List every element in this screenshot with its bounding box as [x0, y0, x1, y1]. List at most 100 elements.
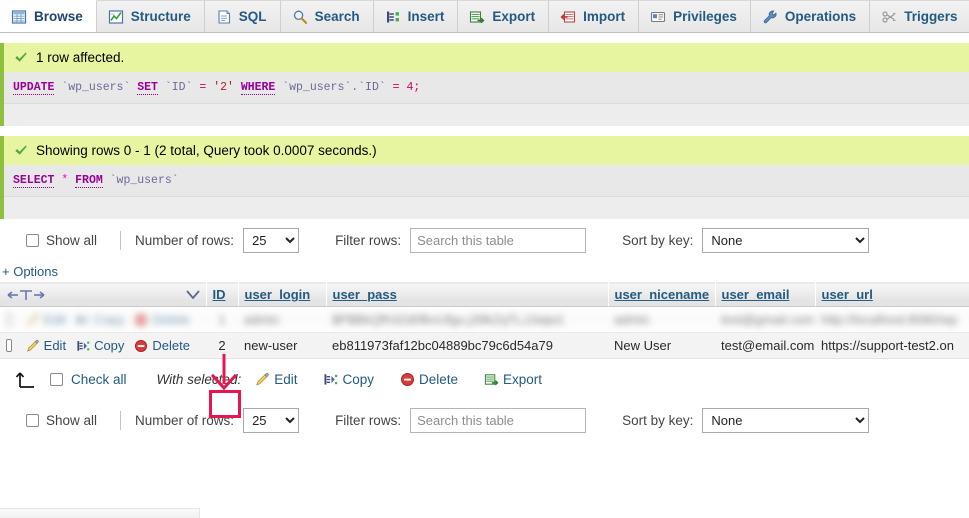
column-header-user-pass[interactable]: user_pass — [326, 282, 609, 307]
filter-rows-input-top[interactable] — [410, 228, 587, 253]
show-all-checkbox-bottom[interactable] — [26, 414, 39, 427]
with-selected-actions: Edit Copy Delete Export — [255, 372, 568, 387]
sort-by-key-label-top: Sort by key: — [622, 233, 694, 248]
filter-rows-label-top: Filter rows: — [335, 233, 402, 248]
options-toggle-link[interactable]: + Options — [0, 262, 969, 282]
row-action-label: Delete — [152, 338, 190, 353]
sql-page-icon — [218, 9, 230, 24]
notice-header: Showing rows 0 - 1 (2 total, Query took … — [4, 136, 969, 165]
column-header-id[interactable]: ID — [206, 282, 239, 307]
cell-user-nicename[interactable]: New User — [608, 332, 715, 359]
select-all-arrow-icon[interactable] — [14, 369, 36, 389]
tab-triggers[interactable]: Triggers — [870, 0, 969, 32]
row-select-checkbox[interactable] — [6, 339, 12, 352]
bulk-action-edit[interactable]: Edit — [255, 372, 297, 387]
row-action-delete[interactable]: Delete — [134, 338, 190, 353]
tab-insert[interactable]: Insert — [373, 0, 459, 32]
sql-footer-strip — [4, 197, 969, 219]
cell-user-pass[interactable]: $P$BkQfh3Zd0fkvUfgu.j39kZqTLJJwjw1 — [326, 306, 608, 333]
cell-user-nicename[interactable]: admin — [608, 306, 715, 333]
sql-footer-strip — [4, 104, 969, 126]
bulk-action-export[interactable]: Export — [484, 372, 542, 387]
copy-icon — [77, 340, 90, 351]
row-select-checkbox[interactable] — [6, 313, 12, 326]
cell-user-pass[interactable]: eb811973faf12bc04889bc79c6d54a79 — [326, 332, 608, 359]
cell-user-email[interactable]: test@gmail.com — [715, 306, 815, 333]
row-action-edit[interactable]: Edit — [26, 312, 66, 327]
pencil-icon — [256, 372, 269, 385]
insert-row-icon — [386, 11, 399, 22]
results-table-head: ID user_login user_pass user_nicename us… — [0, 282, 969, 307]
tab-label: Operations — [784, 9, 857, 24]
tab-browse[interactable]: Browse — [0, 0, 97, 32]
pencil-icon — [26, 339, 39, 352]
chevron-down-icon[interactable] — [185, 290, 200, 299]
bulk-action-label: Copy — [342, 371, 374, 387]
results-table: ID user_login user_pass user_nicename us… — [0, 282, 969, 359]
cell-user-email[interactable]: test@email.com — [715, 332, 815, 359]
sql-query-text[interactable]: SELECT * FROM `wp_users` — [4, 165, 969, 197]
notice-header: 1 row affected. — [4, 43, 969, 72]
table-row[interactable]: Edit Copy Delete 2 new-user eb811973faf12bc04… — [0, 332, 969, 359]
phpmyadmin-browse-page: Browse Structure SQL Search Insert Export Impo… — [0, 0, 969, 518]
magnifier-icon — [293, 10, 307, 24]
tab-export[interactable]: Export — [458, 0, 550, 32]
bulk-action-copy[interactable]: Copy — [323, 372, 374, 387]
pencil-icon — [26, 313, 39, 326]
bottom-panel-edge — [0, 508, 200, 518]
cell-user-url[interactable]: https://support-test2.on — [815, 332, 969, 359]
cell-user-login[interactable]: new-user — [238, 332, 326, 359]
tab-label: Privileges — [673, 9, 737, 24]
tab-sql[interactable]: SQL — [204, 0, 281, 32]
browse-grid-icon — [11, 9, 27, 24]
delete-circle-icon — [135, 313, 148, 326]
tab-privileges[interactable]: Privileges — [639, 0, 751, 32]
cell-user-url[interactable]: http://localhost:8080/wp — [815, 306, 969, 333]
triggers-icon — [882, 10, 896, 23]
cell-id[interactable]: 2 — [206, 332, 238, 359]
tab-structure[interactable]: Structure — [96, 0, 205, 32]
sort-by-key-select-bottom[interactable]: NonePRIMARYuser_login_keyuser_nicename — [702, 408, 870, 433]
column-header-user-nicename[interactable]: user_nicename — [608, 282, 716, 307]
row-action-delete[interactable]: Delete — [134, 312, 190, 327]
cell-id[interactable]: 1 — [206, 306, 238, 333]
top-controls-row: Show all Number of rows: 2550100250500 F… — [0, 219, 969, 262]
move-columns-icon[interactable] — [6, 288, 46, 302]
wrench-icon — [763, 10, 777, 23]
bottom-controls-row: Show all Number of rows: 2550100250500 F… — [0, 399, 969, 442]
tab-label: Triggers — [904, 9, 958, 24]
structure-icon — [108, 9, 123, 24]
column-header-user-login[interactable]: user_login — [238, 282, 327, 307]
with-selected-bar: Check all With selected: Edit Copy Delete E… — [0, 359, 969, 399]
column-header-user-email[interactable]: user_email — [715, 282, 816, 307]
show-all-checkbox-top[interactable] — [26, 234, 39, 247]
notice-message: Showing rows 0 - 1 (2 total, Query took … — [36, 143, 377, 158]
main-tab-bar: Browse Structure SQL Search Insert Export Impo… — [0, 0, 969, 33]
row-action-edit[interactable]: Edit — [26, 338, 66, 353]
tab-operations[interactable]: Operations — [750, 0, 871, 32]
number-of-rows-select-top[interactable]: 2550100250500 — [243, 228, 300, 253]
show-all-label-top: Show all — [46, 233, 98, 248]
tab-search[interactable]: Search — [280, 0, 374, 32]
row-action-copy[interactable]: Copy — [76, 312, 124, 327]
filter-rows-input-bottom[interactable] — [410, 408, 587, 433]
results-header-row: ID user_login user_pass user_nicename us… — [0, 282, 969, 307]
number-of-rows-select-bottom[interactable]: 2550100250500 — [243, 408, 300, 433]
column-header-user-url[interactable]: user_url — [815, 282, 969, 307]
tab-label: Structure — [130, 9, 191, 24]
divider — [120, 231, 122, 250]
tab-label: Search — [314, 9, 360, 24]
row-action-label: Copy — [94, 312, 125, 327]
row-action-copy[interactable]: Copy — [76, 338, 124, 353]
check-all-checkbox[interactable] — [50, 372, 63, 386]
copy-icon — [77, 314, 90, 325]
notice-block: Showing rows 0 - 1 (2 total, Query took … — [0, 136, 969, 219]
table-row[interactable]: Edit Copy Delete 1 admin $P$BkQfh3Zd0fkvUfgu.… — [0, 306, 969, 333]
bulk-action-delete[interactable]: Delete — [400, 372, 458, 387]
cell-user-login[interactable]: admin — [238, 306, 326, 333]
sql-query-text[interactable]: UPDATE `wp_users` SET `ID` = '2' WHERE `… — [4, 72, 969, 104]
check-all-label[interactable]: Check all — [71, 372, 127, 387]
tab-label: Browse — [34, 9, 83, 24]
tab-import[interactable]: Import — [549, 0, 640, 32]
sort-by-key-select-top[interactable]: NonePRIMARYuser_login_keyuser_nicename — [702, 228, 870, 253]
